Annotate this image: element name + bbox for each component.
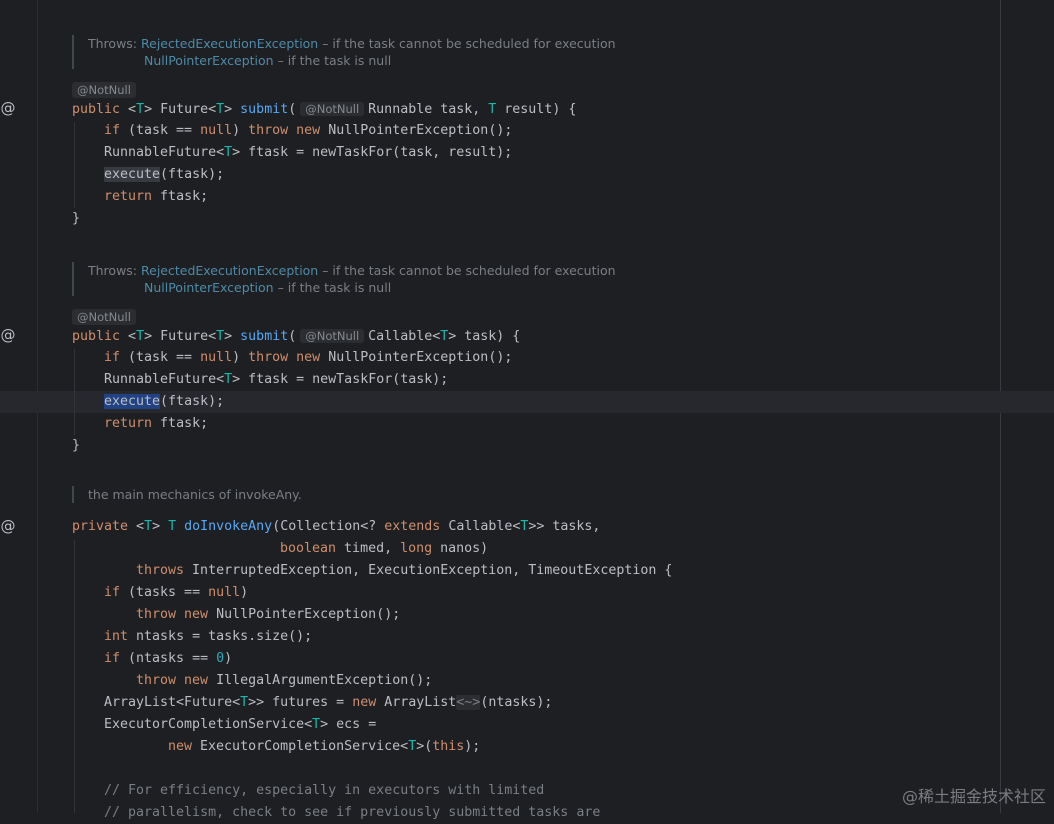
throws-label: Throws: [88, 36, 141, 51]
javadoc-doinvokeany: the main mechanics of invokeAny. [72, 486, 302, 503]
code-line: public <T> Future<T> submit(@NotNull Runn… [72, 102, 577, 117]
override-marker-icon[interactable]: @ [0, 100, 16, 116]
code-line: new ExecutorCompletionService<T>(this); [168, 739, 481, 754]
exception-link[interactable]: RejectedExecutionException [141, 263, 318, 278]
code-line: if (task == null) throw new NullPointerE… [104, 350, 513, 365]
code-line: if (tasks == null) [104, 585, 249, 600]
doc-text: the main mechanics of invokeAny. [88, 487, 302, 502]
code-line: if (ntasks == 0) [104, 651, 233, 666]
code-line: ArrayList<Future<T>> futures = new Array… [104, 695, 553, 710]
code-comment: // parallelism, check to see if previous… [104, 805, 601, 820]
indent-guide [74, 540, 75, 813]
code-line: return ftask; [104, 189, 209, 204]
code-comment: // For efficiency, especially in executo… [104, 783, 545, 798]
watermark: @稀土掘金技术社区 [901, 787, 1046, 806]
execute-call: execute [104, 167, 161, 182]
code-line: ExecutorCompletionService<T> ecs = [104, 717, 377, 732]
javadoc-submit-runnable: Throws: RejectedExecutionException – if … [72, 35, 616, 69]
exception-desc: – if the task is null [273, 53, 392, 68]
code-line: RunnableFuture<T> ftask = newTaskFor(tas… [104, 145, 513, 160]
notnull-annotation: @NotNull [300, 102, 365, 116]
code-line: throw new NullPointerException(); [136, 607, 401, 622]
indent-guide [74, 122, 75, 208]
indent-guide [74, 349, 75, 435]
notnull-annotation: @NotNull [72, 82, 136, 98]
method-name: doInvokeAny [184, 519, 273, 534]
method-name: submit [240, 102, 289, 117]
exception-desc: – if the task cannot be scheduled for ex… [318, 263, 616, 278]
override-marker-icon[interactable]: @ [0, 518, 16, 534]
code-line: execute(ftask); [104, 394, 225, 409]
notnull-annotation: @NotNull [72, 309, 136, 325]
exception-desc: – if the task cannot be scheduled for ex… [318, 36, 616, 51]
exception-desc: – if the task is null [273, 280, 392, 295]
code-line: if (task == null) throw new NullPointerE… [104, 123, 513, 138]
exception-link[interactable]: NullPointerException [144, 280, 274, 295]
override-marker-icon[interactable]: @ [0, 327, 16, 343]
diamond-fold[interactable]: <~> [456, 695, 481, 710]
code-line: throw new IllegalArgumentException(); [136, 673, 433, 688]
code-line: return ftask; [104, 416, 209, 431]
code-line: execute(ftask); [104, 167, 225, 182]
code-line: public <T> Future<T> submit(@NotNull Call… [72, 329, 521, 344]
exception-link[interactable]: RejectedExecutionException [141, 36, 318, 51]
exception-link[interactable]: NullPointerException [144, 53, 274, 68]
code-line: } [72, 211, 81, 226]
code-line: private <T> T doInvokeAny(Collection<? e… [72, 519, 601, 534]
execute-call-selected: execute [104, 394, 161, 409]
notnull-annotation: @NotNull [300, 329, 365, 343]
throws-label: Throws: [88, 263, 141, 278]
code-line: RunnableFuture<T> ftask = newTaskFor(tas… [104, 372, 449, 387]
code-line: } [72, 438, 81, 453]
code-line: int ntasks = tasks.size(); [104, 629, 313, 644]
code-line: throws InterruptedException, ExecutionEx… [136, 563, 673, 578]
javadoc-submit-callable: Throws: RejectedExecutionException – if … [72, 262, 616, 296]
method-name: submit [240, 329, 289, 344]
code-line: boolean timed, long nanos) [280, 541, 489, 556]
